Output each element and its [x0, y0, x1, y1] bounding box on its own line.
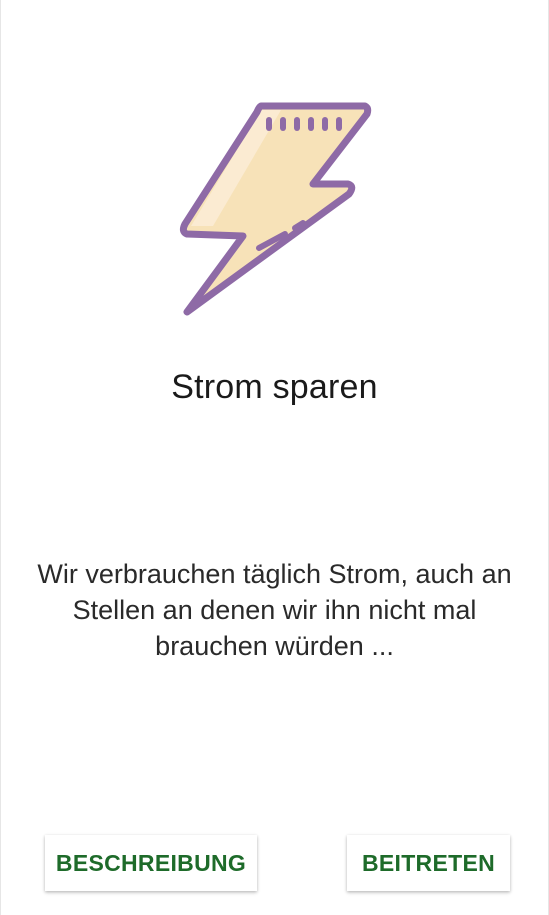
description-button[interactable]: BESCHREIBUNG: [45, 835, 257, 891]
description-text: Wir verbrauchen täglich Strom, auch an S…: [37, 559, 512, 661]
join-button[interactable]: BEITRETEN: [347, 835, 510, 891]
page-title: Strom sparen: [171, 368, 378, 406]
onboarding-screen: Strom sparen Wir verbrauchen täglich Str…: [0, 0, 549, 915]
lightning-bolt-icon: [173, 96, 373, 318]
